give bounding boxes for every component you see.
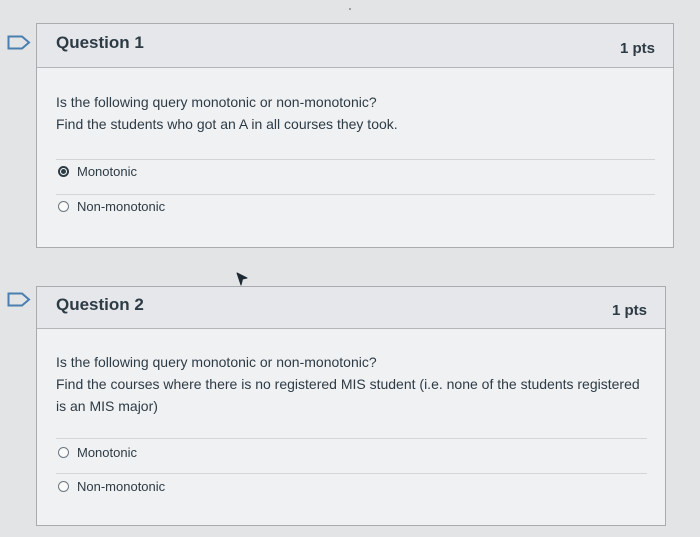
question-title: Question 1 bbox=[56, 33, 144, 52]
question-text-line: Is the following query monotonic or non-… bbox=[56, 354, 377, 370]
answer-option-non-monotonic[interactable]: Non-monotonic bbox=[58, 479, 165, 494]
answer-label: Non-monotonic bbox=[77, 479, 166, 494]
answer-divider bbox=[56, 438, 647, 439]
answer-divider bbox=[56, 159, 655, 160]
flag-question-1-icon[interactable] bbox=[7, 35, 31, 50]
page-speck bbox=[349, 8, 351, 10]
answer-label: Monotonic bbox=[77, 164, 137, 179]
question-2: Question 2 1 pts Is the following query … bbox=[36, 286, 666, 526]
question-points: 1 pts bbox=[619, 40, 655, 57]
answer-label: Non-monotonic bbox=[77, 199, 166, 214]
answer-option-monotonic[interactable]: Monotonic bbox=[58, 164, 137, 179]
question-2-header: Question 2 1 pts bbox=[37, 287, 665, 329]
question-text: Is the following query monotonic or non-… bbox=[56, 91, 655, 135]
radio-button[interactable] bbox=[58, 481, 69, 492]
question-1-header: Question 1 1 pts bbox=[37, 24, 673, 68]
question-text-line: Find the courses where there is no regis… bbox=[56, 376, 640, 414]
answer-divider bbox=[56, 194, 655, 195]
radio-button[interactable] bbox=[58, 447, 69, 458]
answer-divider bbox=[56, 473, 647, 474]
question-text-line: Is the following query monotonic or non-… bbox=[56, 94, 377, 110]
question-points: 1 pts bbox=[611, 302, 647, 319]
answer-option-non-monotonic[interactable]: Non-monotonic bbox=[58, 199, 165, 214]
radio-button-selected[interactable] bbox=[58, 166, 69, 177]
answer-option-monotonic[interactable]: Monotonic bbox=[58, 445, 137, 460]
flag-question-2-icon[interactable] bbox=[7, 292, 31, 307]
answer-label: Monotonic bbox=[77, 445, 137, 460]
radio-button[interactable] bbox=[58, 201, 69, 212]
question-title: Question 2 bbox=[56, 295, 144, 314]
question-1: Question 1 1 pts Is the following query … bbox=[36, 23, 674, 248]
question-text-line: Find the students who got an A in all co… bbox=[56, 116, 398, 132]
question-text: Is the following query monotonic or non-… bbox=[56, 351, 647, 417]
